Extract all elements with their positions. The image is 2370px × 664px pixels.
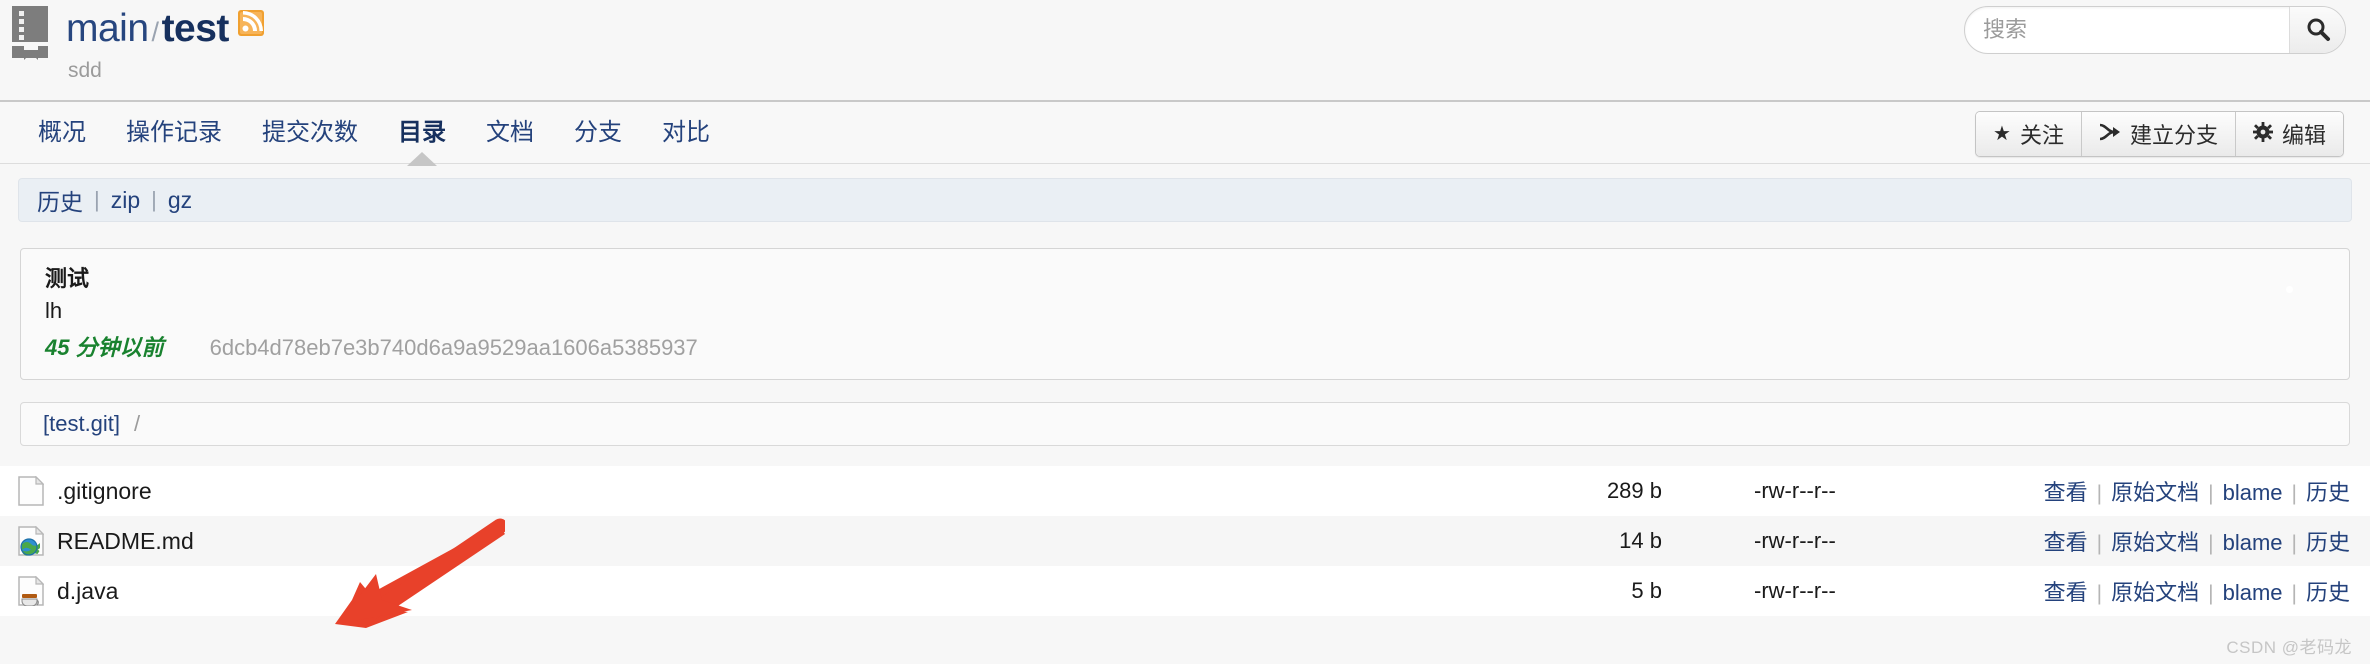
commit-panel-dot xyxy=(2286,286,2293,293)
file-name-cell: README.md xyxy=(0,516,1470,566)
action-divider: | xyxy=(2291,482,2297,505)
page-header: main/test sdd xyxy=(0,0,2370,100)
edit-button-label: 编辑 xyxy=(2281,123,2326,148)
tab-commits[interactable]: 提交次数 xyxy=(242,101,378,165)
file-java-icon xyxy=(18,575,45,607)
rss-icon[interactable] xyxy=(237,2,264,46)
blame-link[interactable]: blame xyxy=(2223,580,2283,605)
tab-docs[interactable]: 文档 xyxy=(466,101,554,165)
raw-link[interactable]: 原始文档 xyxy=(2111,580,2199,605)
repo-owner-link[interactable]: main xyxy=(66,7,149,50)
search-icon xyxy=(2305,16,2331,45)
repo-name-link[interactable]: test xyxy=(162,7,230,50)
tab-branches[interactable]: 分支 xyxy=(554,101,642,165)
action-divider: | xyxy=(2208,482,2214,505)
watch-button-label: 关注 xyxy=(2019,123,2064,148)
action-divider: | xyxy=(2096,482,2103,505)
view-link[interactable]: 查看 xyxy=(2044,480,2088,505)
action-divider: | xyxy=(2291,582,2297,605)
file-name-link[interactable]: d.java xyxy=(57,578,118,605)
star-icon: ★ xyxy=(1993,123,2011,145)
repo-title-wrap: main/test sdd xyxy=(66,2,264,83)
action-divider: | xyxy=(2208,532,2214,555)
repo-description: sdd xyxy=(68,59,102,82)
raw-link[interactable]: 原始文档 xyxy=(2111,530,2199,555)
file-size: 289 b xyxy=(1606,478,1662,503)
file-permissions: -rw-r--r-- xyxy=(1754,578,1836,603)
repo-identity: main/test sdd xyxy=(8,2,264,83)
commit-hash[interactable]: 6dcb4d78eb7e3b740d6a9a9529aa1606a5385937 xyxy=(210,335,698,361)
file-name-cell: .gitignore xyxy=(0,466,1470,516)
history-link[interactable]: 历史 xyxy=(2306,580,2350,605)
history-link[interactable]: 历史 xyxy=(37,183,83,217)
subnav-divider-2: | xyxy=(151,187,157,212)
view-link[interactable]: 查看 xyxy=(2044,530,2088,555)
history-link[interactable]: 历史 xyxy=(2306,530,2350,555)
tab-activity[interactable]: 操作记录 xyxy=(106,101,242,165)
file-listing-table: .gitignore 289 b -rw-r--r-- 查看 | 原始文档 | blam… xyxy=(0,466,2370,616)
file-plain-icon xyxy=(18,475,45,506)
create-branch-label: 建立分支 xyxy=(2129,123,2218,148)
action-divider: | xyxy=(2096,582,2103,605)
repo-title: main/test xyxy=(66,2,264,54)
search-input[interactable] xyxy=(1965,7,2289,53)
commit-author: lh xyxy=(45,298,63,323)
action-divider: | xyxy=(2096,532,2103,555)
tab-compare[interactable]: 对比 xyxy=(642,101,730,165)
action-divider: | xyxy=(2208,582,2214,605)
table-row[interactable]: d.java 5 b -rw-r--r-- 查看 | 原始文档 | blame | 历史 xyxy=(0,566,2370,616)
repo-title-separator: / xyxy=(151,17,160,47)
raw-link[interactable]: 原始文档 xyxy=(2111,480,2199,505)
table-row[interactable]: README.md 14 b -rw-r--r-- 查看 | 原始文档 | blame |… xyxy=(0,516,2370,566)
file-actions: 查看 | 原始文档 | blame | 历史 xyxy=(1970,516,2370,566)
search-submit-button[interactable] xyxy=(2289,7,2345,53)
commit-subject: 测试 xyxy=(45,266,90,291)
file-html-icon xyxy=(18,525,45,556)
history-link[interactable]: 历史 xyxy=(2306,480,2350,505)
file-name-cell: d.java xyxy=(0,566,1470,616)
file-permissions: -rw-r--r-- xyxy=(1754,528,1836,553)
branch-icon xyxy=(2099,123,2121,145)
primary-nav: 概况 操作记录 提交次数 目录 文档 分支 对比 ★ 关注 建立分支 编辑 xyxy=(0,100,2370,164)
commit-age: 45 分钟以前 xyxy=(45,335,164,360)
tab-overview[interactable]: 概况 xyxy=(18,101,106,165)
create-branch-button[interactable]: 建立分支 xyxy=(2081,112,2236,156)
file-name-link[interactable]: README.md xyxy=(57,528,194,555)
subnav-divider-1: | xyxy=(94,187,100,212)
edit-button[interactable]: 编辑 xyxy=(2235,112,2343,156)
download-zip-link[interactable]: zip xyxy=(111,187,140,214)
path-breadcrumb: [test.git] / xyxy=(20,402,2350,446)
latest-commit-panel: 测试 lh 45 分钟以前 6dcb4d78eb7e3b740d6a9a9529… xyxy=(20,248,2350,380)
file-size: 14 b xyxy=(1619,528,1662,553)
search-box[interactable] xyxy=(1964,6,2346,54)
commit-meta: 45 分钟以前 6dcb4d78eb7e3b740d6a9a9529aa1606… xyxy=(45,330,2325,362)
file-permissions: -rw-r--r-- xyxy=(1754,478,1836,503)
repo-subnav: 历史 | zip | gz xyxy=(18,178,2352,222)
breadcrumb-slash: / xyxy=(134,411,141,436)
book-icon xyxy=(8,4,52,60)
watch-button[interactable]: ★ 关注 xyxy=(1976,112,2082,156)
nav-action-group: ★ 关注 建立分支 编辑 xyxy=(1975,111,2344,157)
blame-link[interactable]: blame xyxy=(2223,530,2283,555)
blame-link[interactable]: blame xyxy=(2223,480,2283,505)
view-link[interactable]: 查看 xyxy=(2044,580,2088,605)
file-actions: 查看 | 原始文档 | blame | 历史 xyxy=(1970,566,2370,616)
breadcrumb-root-link[interactable]: [test.git] xyxy=(43,411,120,437)
file-size: 5 b xyxy=(1631,578,1662,603)
nav-tabs: 概况 操作记录 提交次数 目录 文档 分支 对比 xyxy=(0,102,730,163)
table-row[interactable]: .gitignore 289 b -rw-r--r-- 查看 | 原始文档 | blam… xyxy=(0,466,2370,516)
gear-icon xyxy=(2252,122,2273,146)
tab-tree[interactable]: 目录 xyxy=(378,101,466,165)
action-divider: | xyxy=(2291,532,2297,555)
page-root: main/test sdd 搜索 概况 操作记录 提交次数 目录 文档 分支 对… xyxy=(0,0,2370,664)
file-actions: 查看 | 原始文档 | blame | 历史 xyxy=(1970,466,2370,516)
watermark: CSDN @老码龙 xyxy=(2226,638,2352,657)
download-gz-link[interactable]: gz xyxy=(168,187,192,214)
file-name-link[interactable]: .gitignore xyxy=(57,478,152,505)
